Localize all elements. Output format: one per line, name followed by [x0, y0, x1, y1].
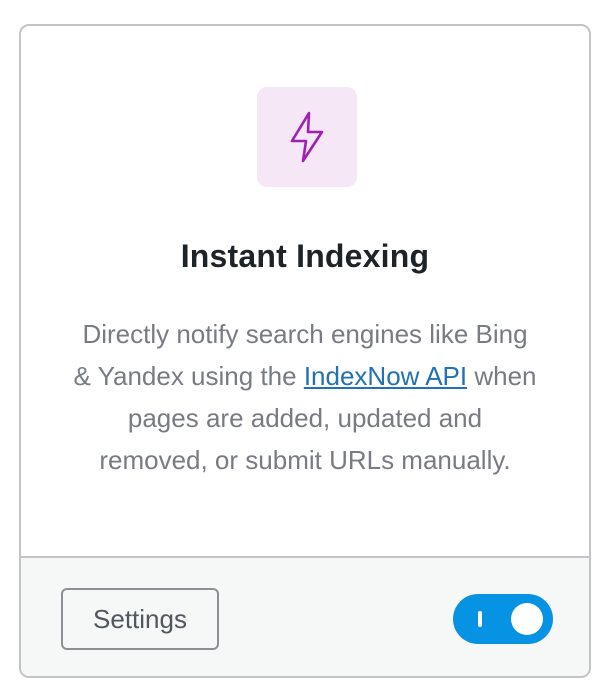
lightning-bolt-icon [287, 111, 327, 163]
module-card-body: Instant Indexing Directly notify search … [21, 26, 589, 560]
module-enable-toggle[interactable] [453, 594, 553, 644]
module-description: Directly notify search engines like Bing… [71, 313, 539, 481]
module-card: Instant Indexing Directly notify search … [19, 24, 591, 678]
module-icon-container [257, 87, 357, 187]
indexnow-api-link[interactable]: IndexNow API [304, 361, 467, 391]
toggle-knob [511, 603, 543, 635]
module-card-footer: Settings [21, 556, 589, 676]
settings-button[interactable]: Settings [61, 588, 219, 650]
module-title: Instant Indexing [180, 238, 430, 274]
toggle-on-indicator-icon [478, 611, 482, 627]
